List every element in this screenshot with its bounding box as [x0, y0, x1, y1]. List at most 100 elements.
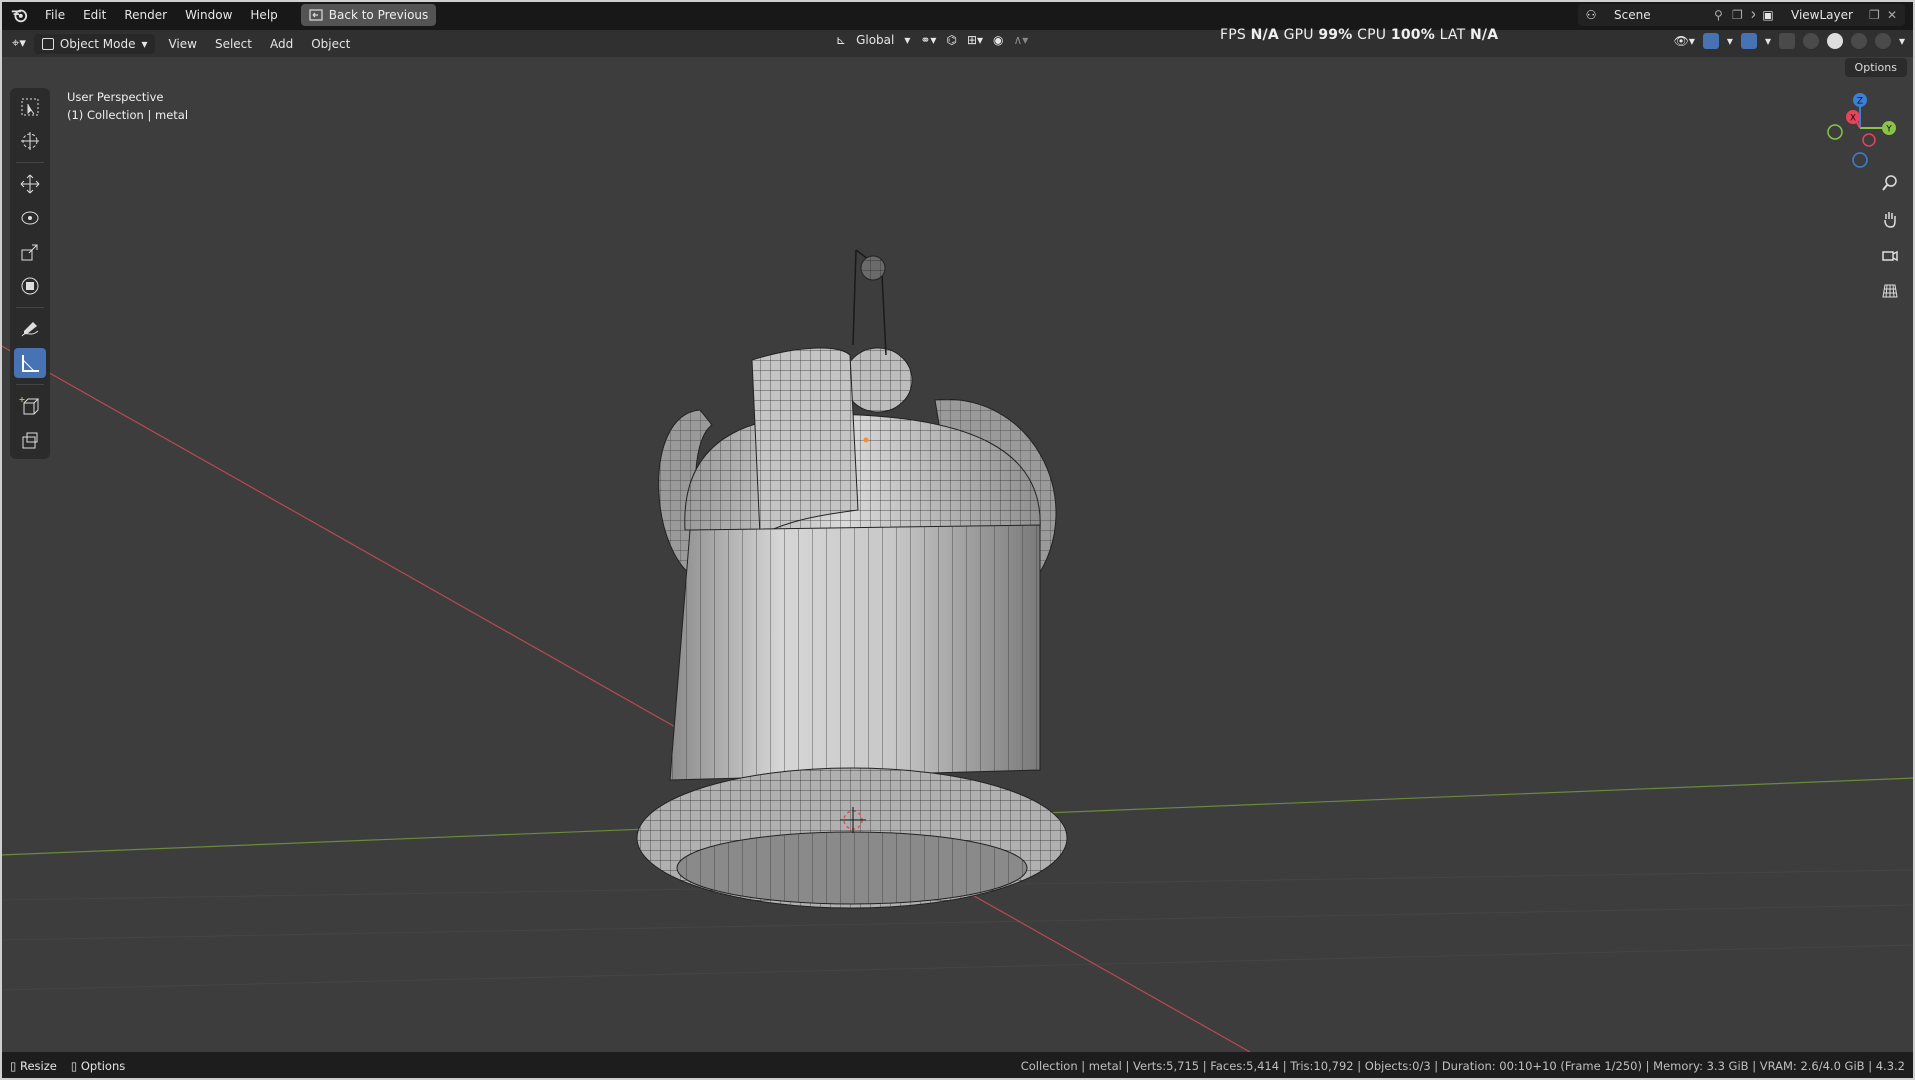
pin-icon[interactable]: ⚲ — [1714, 8, 1732, 22]
cpu-label: CPU — [1357, 27, 1387, 43]
gizmo-x-label: X — [1850, 114, 1856, 124]
new-view-layer-icon[interactable]: ❐ — [1869, 8, 1887, 22]
viewport-scene[interactable] — [0, 57, 1915, 1052]
select-box-tool[interactable] — [14, 92, 46, 122]
cursor-icon — [21, 132, 39, 150]
chevron-down-icon: ▾ — [141, 36, 148, 51]
zoom-button[interactable] — [1877, 170, 1903, 196]
viewport-options-button[interactable]: Options — [1844, 58, 1907, 77]
annotate-tool[interactable] — [14, 314, 46, 344]
solid-shading-icon[interactable] — [1826, 33, 1843, 49]
gizmo-neg-z[interactable] — [1852, 152, 1868, 168]
menu-select[interactable]: Select — [206, 37, 261, 51]
collection-info: (1) Collection | metal — [67, 108, 189, 122]
scale-tool[interactable] — [14, 237, 46, 267]
menu-view[interactable]: View — [159, 37, 205, 51]
mouse-icon: ▯ — [10, 1059, 17, 1073]
bell-model[interactable] — [636, 249, 1068, 909]
cursor-tool[interactable] — [14, 126, 46, 156]
3d-viewport[interactable]: Options — [0, 57, 1915, 1052]
falloff-icon[interactable]: ∧▾ — [1014, 33, 1029, 47]
blender-logo-icon[interactable] — [10, 6, 28, 24]
gizmo-neg-y[interactable] — [1827, 124, 1843, 140]
visibility-icon[interactable]: 👁▾ — [1674, 34, 1695, 48]
xray-icon[interactable] — [1778, 33, 1795, 49]
lat-label: LAT — [1439, 27, 1466, 43]
measure-tool[interactable] — [14, 348, 46, 378]
mode-label: Object Mode — [59, 36, 136, 51]
delete-view-layer-icon[interactable]: ✕ — [1887, 8, 1905, 22]
menu-render[interactable]: Render — [115, 0, 176, 30]
wireframe-shading-icon[interactable] — [1802, 33, 1819, 49]
view-name: User Perspective — [67, 90, 164, 104]
menu-help[interactable]: Help — [241, 0, 286, 30]
move-icon — [20, 174, 40, 194]
camera-view-button[interactable] — [1877, 242, 1903, 268]
toolbar-separator — [16, 307, 44, 308]
lat-value: N/A — [1470, 27, 1499, 43]
chevron-down-icon: ▾ — [1898, 34, 1905, 48]
measure-icon — [22, 355, 39, 372]
view-layer-selector[interactable]: ▣ ViewLayer ❐ ✕ — [1755, 4, 1905, 26]
viewport-info: User Perspective (1) Collection | metal — [67, 88, 188, 124]
material-shading-icon[interactable] — [1850, 33, 1867, 49]
transform-icon — [21, 277, 39, 295]
resize-label: Resize — [20, 1059, 57, 1073]
transform-orientation-icon: ⊾ — [836, 33, 847, 47]
resize-hint: ▯ Resize — [10, 1059, 57, 1073]
move-tool[interactable] — [14, 169, 46, 199]
proportional-edit-icon[interactable]: ◉ — [993, 33, 1003, 47]
transform-tools: ⊾ Global ▾ ⚭▾ ⌬ ⊞▾ ◉ ∧▾ — [836, 33, 1028, 47]
menu-add[interactable]: Add — [261, 37, 302, 51]
add-object-tool[interactable] — [14, 425, 46, 455]
fps-value: N/A — [1250, 27, 1279, 43]
menu-file[interactable]: File — [36, 0, 74, 30]
cpu-value: 100% — [1390, 27, 1435, 43]
grid-icon — [1882, 284, 1898, 298]
options-hint: ▯ Options — [71, 1059, 125, 1073]
menu-object[interactable]: Object — [302, 37, 359, 51]
back-icon — [309, 9, 323, 21]
toolbar-separator — [16, 384, 44, 385]
menu-edit[interactable]: Edit — [74, 0, 115, 30]
overlay-toggle-icon[interactable] — [1740, 33, 1757, 49]
scene-selector[interactable]: ⚇ Scene ⚲ ❐ ✕ — [1578, 4, 1768, 26]
camera-icon — [1882, 250, 1898, 262]
options-label: Options — [80, 1059, 126, 1073]
chevron-down-icon: ▾ — [1726, 34, 1733, 48]
gizmo-z-label: Z — [1857, 97, 1863, 107]
annotate-icon — [21, 322, 39, 337]
navigation-gizmo[interactable]: Z Y X — [1815, 88, 1905, 168]
view-layer-name: ViewLayer — [1791, 8, 1853, 22]
tool-shelf — [10, 88, 50, 459]
perspective-toggle-button[interactable] — [1877, 278, 1903, 304]
toolbar-separator — [16, 162, 44, 163]
gizmo-neg-x[interactable] — [1862, 133, 1876, 147]
rendered-shading-icon[interactable] — [1874, 33, 1891, 49]
status-bar: ▯ Resize ▯ Options Collection | metal | … — [0, 1052, 1915, 1080]
snap-target-icon[interactable]: ⊞▾ — [967, 33, 983, 47]
pivot-icon[interactable]: ⚭▾ — [920, 33, 936, 47]
scale-icon — [21, 244, 38, 261]
gizmo-toggle-icon[interactable] — [1702, 33, 1719, 49]
navigation-controls — [1877, 170, 1903, 304]
chevron-down-icon: ▾ — [904, 33, 911, 47]
scene-name: Scene — [1614, 8, 1651, 22]
select-box-icon — [21, 98, 39, 116]
pan-button[interactable] — [1877, 206, 1903, 232]
editor-type-icon[interactable]: ⌖▾ — [12, 36, 26, 51]
back-to-previous-label: Back to Previous — [328, 8, 429, 22]
gpu-label: GPU — [1283, 27, 1314, 43]
gpu-value: 99% — [1318, 27, 1353, 43]
pan-icon — [1884, 212, 1896, 228]
add-cube-tool[interactable] — [14, 391, 46, 421]
top-menu-bar: File Edit Render Window Help Back to Pre… — [0, 0, 1915, 30]
snap-icon[interactable]: ⌬ — [946, 33, 956, 47]
new-scene-icon[interactable]: ❐ — [1732, 8, 1750, 22]
transform-orientation-select[interactable]: Global — [856, 33, 894, 47]
rotate-tool[interactable] — [14, 203, 46, 233]
mode-selector[interactable]: Object Mode ▾ — [33, 33, 156, 54]
back-to-previous-button[interactable]: Back to Previous — [300, 4, 437, 26]
menu-window[interactable]: Window — [176, 0, 241, 30]
transform-tool[interactable] — [14, 271, 46, 301]
